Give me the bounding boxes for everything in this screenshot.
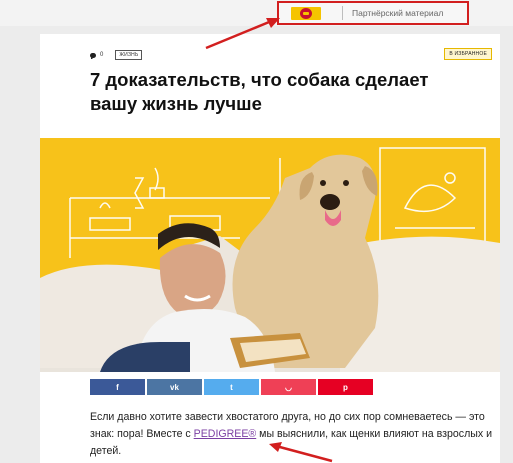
partner-label: Партнёрский материал — [352, 8, 444, 18]
category-tag[interactable]: ЖИЗНЬ — [115, 50, 143, 60]
brand-link[interactable]: PEDIGREE® — [194, 428, 257, 440]
comment-icon — [90, 52, 96, 59]
article-lead: Если давно хотите завести хвостатого дру… — [90, 409, 495, 460]
share-vk-button[interactable]: vk — [147, 379, 202, 395]
share-pinterest-button[interactable]: p — [318, 379, 373, 395]
favorite-button[interactable]: В ИЗБРАННОЕ — [444, 48, 492, 60]
pedigree-logo — [291, 7, 321, 20]
hero-image — [40, 138, 500, 372]
facebook-icon: f — [116, 382, 119, 392]
share-pocket-button[interactable]: ◡ — [261, 379, 316, 395]
pocket-icon: ◡ — [285, 382, 292, 392]
partner-banner[interactable]: Партнёрский материал — [277, 1, 469, 25]
share-twitter-button[interactable]: t — [204, 379, 259, 395]
article-card: 0 ЖИЗНЬ В ИЗБРАННОЕ 7 доказательств, что… — [40, 34, 500, 463]
top-bar: Партнёрский материал — [0, 0, 513, 26]
article-meta: 0 ЖИЗНЬ — [90, 50, 143, 60]
twitter-icon: t — [230, 382, 233, 392]
share-facebook-button[interactable]: f — [90, 379, 145, 395]
share-bar: f vk t ◡ p — [90, 379, 373, 395]
divider — [342, 6, 343, 20]
vk-icon: vk — [170, 382, 179, 392]
article-title: 7 доказательств, что собака сделает вашу… — [90, 69, 429, 114]
pinterest-icon: p — [343, 382, 348, 392]
comment-count: 0 — [100, 52, 104, 58]
